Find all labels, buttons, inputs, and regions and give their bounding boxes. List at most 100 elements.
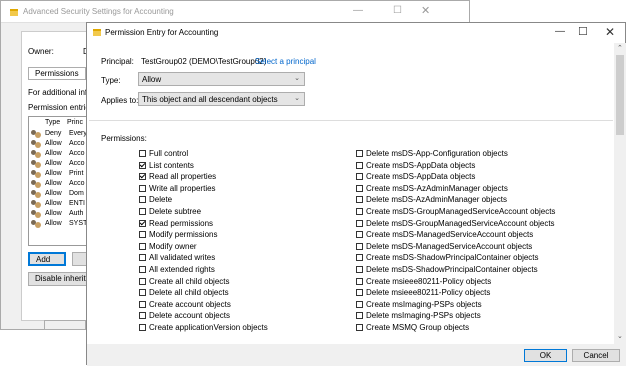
close-icon[interactable]: ✕ [421,4,430,17]
type-label: Type: [101,76,121,85]
permission-label: Create msDS-ManagedServiceAccount object… [366,230,534,240]
unchecked-checkbox-icon[interactable] [139,277,146,285]
maximize-icon[interactable]: ☐ [393,5,402,16]
scroll-up-icon[interactable]: ⌃ [617,44,623,52]
user-group-icon [31,200,41,208]
permission-label: Delete all child objects [149,288,229,298]
dialog-content: Principal: TestGroup02 (DEMO\TestGroup02… [89,45,613,344]
column-header-principal[interactable]: Princ [67,119,83,126]
permission-label: Delete msImaging-PSPs objects [366,311,481,321]
unchecked-checkbox-icon[interactable] [356,324,363,331]
unchecked-checkbox-icon[interactable] [356,161,363,169]
background-titlebar: Advanced Security Settings for Accountin… [1,1,469,23]
user-group-icon [31,130,41,138]
permission-label: Create msImaging-PSPs objects [366,299,482,309]
unchecked-checkbox-icon[interactable] [356,208,363,215]
minimize-icon[interactable]: — [555,26,565,37]
add-button[interactable]: Add [28,252,66,266]
permission-label: Create msDS-AppData objects [366,160,476,170]
unchecked-checkbox-icon[interactable] [356,150,363,157]
applies-to-dropdown-value: This object and all descendant objects [142,95,278,104]
unchecked-checkbox-icon[interactable] [356,289,363,297]
entry-type: Allow [45,190,62,197]
permission-label: Delete msDS-GroupManagedServiceAccount o… [366,218,555,228]
permission-label: Write all properties [149,183,216,193]
chevron-down-icon: ⌄ [294,75,300,82]
unchecked-checkbox-icon[interactable] [356,312,363,320]
permission-label: Delete msDS-ManagedServiceAccount object… [366,241,533,251]
permission-label: Create all child objects [149,276,230,286]
unchecked-checkbox-icon[interactable] [139,208,146,215]
unchecked-checkbox-icon[interactable] [139,324,146,331]
unchecked-checkbox-icon[interactable] [139,312,146,320]
unchecked-checkbox-icon[interactable] [356,277,363,285]
entry-type: Allow [45,150,62,157]
permission-label: All validated writes [149,253,216,263]
checked-checkbox-icon[interactable] [139,161,146,169]
entry-principal: SYST [69,220,88,227]
entry-type: Allow [45,200,62,207]
permission-label: Modify permissions [149,230,218,240]
ok-button[interactable]: OK [524,349,567,362]
unchecked-checkbox-icon[interactable] [356,231,363,239]
unchecked-checkbox-icon[interactable] [139,254,146,262]
unchecked-checkbox-icon[interactable] [356,254,363,262]
unchecked-checkbox-icon[interactable] [139,300,146,308]
unchecked-checkbox-icon[interactable] [139,231,146,239]
unchecked-checkbox-icon[interactable] [139,196,146,204]
entry-type: Allow [45,140,62,147]
unchecked-checkbox-icon[interactable] [356,196,363,204]
unchecked-checkbox-icon[interactable] [356,242,363,250]
permission-label: List contents [149,160,194,170]
user-group-icon [31,160,41,168]
unchecked-checkbox-icon[interactable] [356,300,363,308]
type-dropdown[interactable]: Allow ⌄ [138,72,305,86]
checked-checkbox-icon[interactable] [139,219,146,227]
unchecked-checkbox-icon[interactable] [356,173,363,181]
type-dropdown-value: Allow [142,75,162,84]
entry-type: Allow [45,160,62,167]
permission-label: Delete [149,195,173,205]
user-group-icon [31,180,41,188]
unchecked-checkbox-icon[interactable] [139,289,146,297]
user-group-icon [31,150,41,158]
scroll-down-icon[interactable]: ⌄ [617,332,623,340]
close-icon[interactable]: ✕ [605,25,615,39]
entry-principal: Every [69,130,87,137]
cancel-button[interactable]: Cancel [572,349,620,362]
unchecked-checkbox-icon[interactable] [139,266,146,273]
unchecked-checkbox-icon[interactable] [356,266,363,273]
scrollbar-thumb[interactable] [616,55,624,135]
tab-permissions[interactable]: Permissions [28,67,86,80]
entry-type: Allow [45,180,62,187]
entry-type: Allow [45,220,62,227]
background-ok-button[interactable] [44,320,86,330]
principal-value: TestGroup02 (DEMO\TestGroup02) [141,57,267,66]
permission-label: Create account objects [149,299,231,309]
unchecked-checkbox-icon[interactable] [139,242,146,250]
permission-label: Create MSMQ Group objects [366,323,470,332]
permission-label: Read all properties [149,172,217,182]
unchecked-checkbox-icon[interactable] [139,184,146,192]
column-header-type[interactable]: Type [45,119,60,126]
minimize-icon[interactable]: — [353,5,363,16]
maximize-icon[interactable]: ☐ [578,25,588,38]
user-group-icon [31,190,41,198]
permissions-label: Permissions: [101,134,147,143]
unchecked-checkbox-icon[interactable] [139,150,146,157]
permission-label: Create msDS-GroupManagedServiceAccount o… [366,207,556,216]
info-text: For additional infor [28,88,95,97]
permission-label: Create msDS-AppData objects [366,172,476,182]
principal-label: Principal: [101,57,134,66]
entry-principal: ENTI [69,200,85,207]
vertical-scrollbar[interactable]: ⌃ ⌄ [614,43,626,344]
user-group-icon [31,140,41,148]
select-principal-link[interactable]: Select a principal [255,57,316,66]
entry-type: Allow [45,210,62,217]
checked-checkbox-icon[interactable] [139,173,146,181]
unchecked-checkbox-icon[interactable] [356,184,363,192]
unchecked-checkbox-icon[interactable] [356,219,363,227]
entry-principal: Auth [69,210,84,217]
entry-type: Deny [45,130,62,137]
applies-to-dropdown[interactable]: This object and all descendant objects ⌄ [138,92,305,106]
